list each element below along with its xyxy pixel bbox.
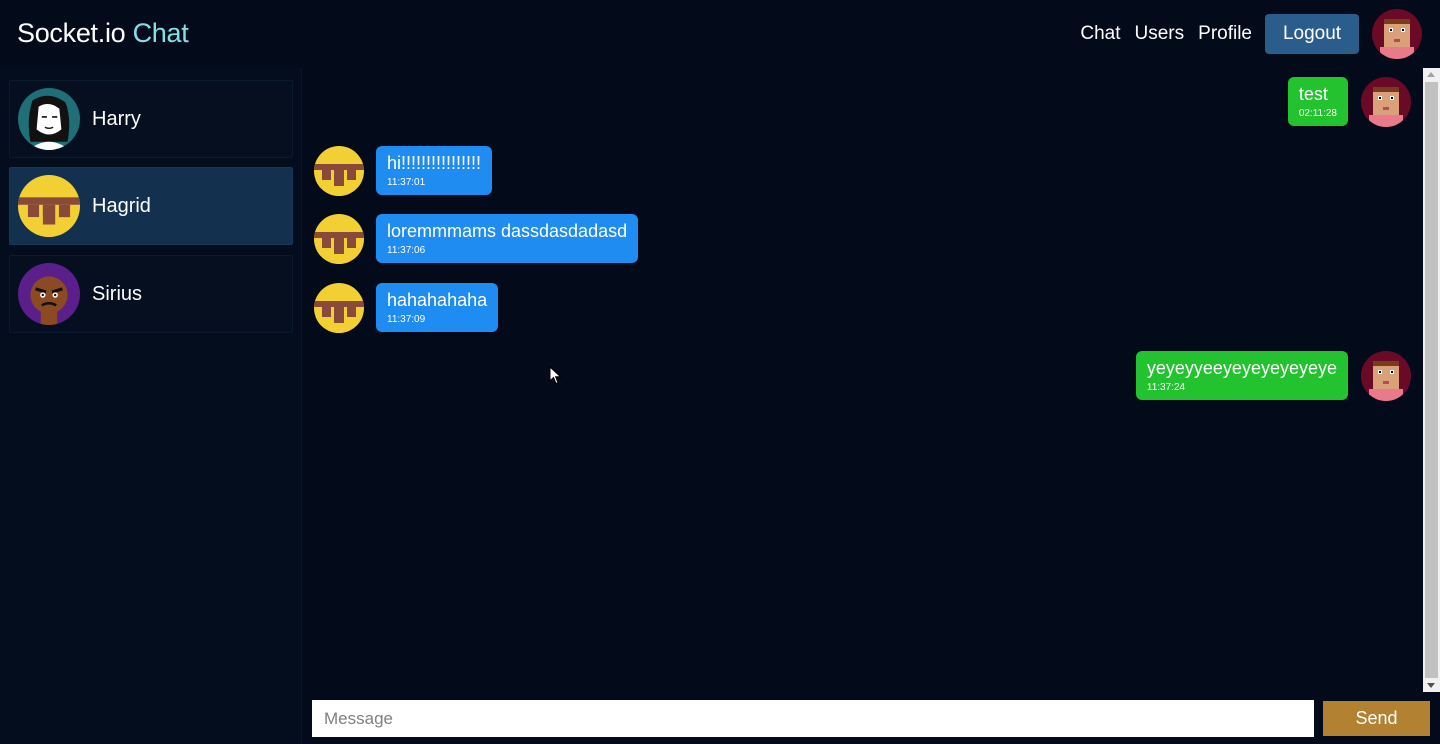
nav-link-chat[interactable]: Chat xyxy=(1080,23,1120,45)
message-outgoing: yeyeyyeeyeyeyeyeyeye 11:37:24 xyxy=(1135,351,1411,401)
sidebar-user-hagrid[interactable]: Hagrid xyxy=(9,167,293,245)
pixel-face-avatar-icon xyxy=(1361,351,1411,401)
user-avatar-icon[interactable] xyxy=(1372,9,1422,59)
message-incoming: loremmmams dassdasdadasd 11:37:06 xyxy=(314,214,639,264)
chat-scrollbar[interactable] xyxy=(1423,68,1440,692)
message-incoming: hahahahaha 11:37:09 xyxy=(314,283,499,333)
nav-link-users[interactable]: Users xyxy=(1135,23,1185,45)
sidebar-user-name: Hagrid xyxy=(92,194,151,217)
message-time: 11:37:24 xyxy=(1146,382,1186,393)
brand-logo[interactable]: Socket.io Chat xyxy=(17,18,189,49)
scroll-down-icon[interactable] xyxy=(1427,683,1435,688)
message-composer: Send xyxy=(303,692,1440,744)
logout-button[interactable]: Logout xyxy=(1265,14,1359,54)
message-text: test xyxy=(1298,84,1328,104)
sidebar-user-name: Sirius xyxy=(92,282,143,305)
message-bubble: loremmmams dassdasdadasd 11:37:06 xyxy=(376,214,639,263)
nav-link-profile[interactable]: Profile xyxy=(1198,23,1252,45)
message-text: yeyeyyeeyeyeyeyeyeye xyxy=(1146,358,1337,378)
brand-name: Socket.io xyxy=(17,18,126,48)
sirius-avatar-icon xyxy=(18,263,80,325)
message-input[interactable] xyxy=(312,700,1314,737)
message-time: 02:11:28 xyxy=(1298,108,1337,119)
message-bubble: test 02:11:28 xyxy=(1287,77,1348,126)
chat-messages-panel[interactable]: test 02:11:28 hi!!!!!!!!!!!!!!!! 11:37:0… xyxy=(303,68,1423,692)
sidebar-user-sirius[interactable]: Sirius xyxy=(9,255,293,333)
message-bubble: hi!!!!!!!!!!!!!!!! 11:37:01 xyxy=(376,146,493,195)
message-time: 11:37:01 xyxy=(387,177,426,188)
brand-accent: Chat xyxy=(132,18,189,48)
navbar: Socket.io Chat Chat Users Profile Logout xyxy=(0,0,1440,68)
harry-avatar-icon xyxy=(18,88,80,150)
pixel-block-avatar-icon xyxy=(314,146,364,196)
sidebar-user-harry[interactable]: Harry xyxy=(9,80,293,158)
message-incoming: hi!!!!!!!!!!!!!!!! 11:37:01 xyxy=(314,146,493,196)
message-bubble: yeyeyyeeyeyeyeyeyeye 11:37:24 xyxy=(1135,351,1348,400)
scroll-up-icon[interactable] xyxy=(1427,72,1435,77)
message-text: loremmmams dassdasdadasd xyxy=(387,221,628,241)
send-button[interactable]: Send xyxy=(1323,701,1430,736)
message-bubble: hahahahaha 11:37:09 xyxy=(376,283,499,332)
message-text: hahahahaha xyxy=(387,290,488,310)
message-time: 11:37:06 xyxy=(387,245,426,256)
pixel-block-avatar-icon xyxy=(314,214,364,264)
users-sidebar: Harry Hagrid Sirius xyxy=(0,68,302,744)
mouse-pointer-icon xyxy=(549,366,562,385)
message-text: hi!!!!!!!!!!!!!!!! xyxy=(387,153,482,173)
scrollbar-thumb[interactable] xyxy=(1425,82,1438,678)
pixel-face-avatar-icon xyxy=(1361,77,1411,127)
message-time: 11:37:09 xyxy=(387,314,426,325)
message-outgoing: test 02:11:28 xyxy=(1287,77,1411,127)
sidebar-user-name: Harry xyxy=(92,107,141,130)
hagrid-avatar-icon xyxy=(18,175,80,237)
pixel-block-avatar-icon xyxy=(314,283,364,333)
nav-links: Chat Users Profile xyxy=(1080,23,1252,45)
